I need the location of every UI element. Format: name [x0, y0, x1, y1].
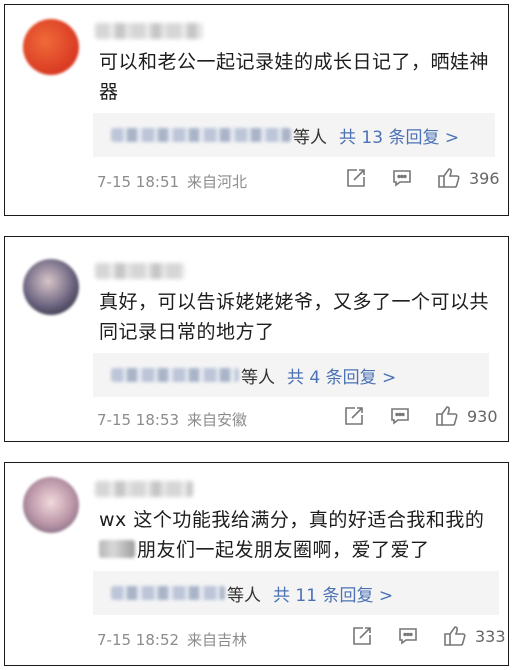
replier-names-blurred [111, 586, 225, 600]
comment-icon[interactable] [391, 167, 413, 189]
like-button[interactable]: 930 [435, 405, 498, 427]
username-blurred[interactable] [95, 23, 203, 39]
comment-meta: 7-15 18:53 来自安徽 [97, 409, 247, 430]
comment-card: 可以和老公一起记录娃的成长日记了，晒娃神 器 等人 共 13 条回复 > 7-1… [4, 4, 509, 216]
replier-names-blurred [111, 368, 239, 382]
share-icon[interactable] [343, 405, 365, 427]
like-count: 333 [475, 626, 506, 646]
avatar[interactable] [23, 19, 79, 75]
timestamp: 7-15 18:52 [97, 630, 180, 649]
username-blurred[interactable] [95, 481, 193, 497]
comment-text-segment: 朋友们一起发朋友圈啊，爱了爱了 [137, 539, 430, 561]
comment-text: 真好，可以告诉姥姥姥爷，又多了一个可以共 同记录日常的地方了 [99, 287, 489, 347]
comment-meta: 7-15 18:51 来自河北 [97, 171, 247, 192]
thumbs-up-icon [438, 168, 460, 188]
comment-text: 可以和老公一起记录娃的成长日记了，晒娃神 器 [99, 47, 489, 107]
comment-text-line: 可以和老公一起记录娃的成长日记了，晒娃神 [99, 51, 490, 73]
reply-preview[interactable]: 等人 共 13 条回复 > [93, 113, 495, 157]
reply-suffix: 等人 [293, 127, 327, 148]
location: 来自安徽 [187, 411, 248, 429]
reply-suffix: 等人 [241, 367, 275, 388]
comment-text-line: wx 这个功能我给满分，真的好适合我和我的 [99, 509, 485, 531]
username-blurred[interactable] [95, 263, 185, 279]
comment-icon[interactable] [397, 625, 419, 647]
timestamp: 7-15 18:51 [97, 172, 180, 191]
share-icon[interactable] [351, 625, 373, 647]
view-replies-link[interactable]: 共 13 条回复 > [339, 123, 459, 148]
avatar[interactable] [23, 477, 79, 533]
share-icon[interactable] [345, 167, 367, 189]
thumbs-up-icon [444, 626, 466, 646]
like-count: 930 [467, 406, 498, 426]
thumbs-up-icon [436, 406, 458, 426]
location: 来自吉林 [187, 631, 248, 649]
comment-text: wx 这个功能我给满分，真的好适合我和我的 朋友们一起发朋友圈啊，爱了爱了 [99, 505, 484, 565]
like-button[interactable]: 333 [443, 625, 506, 647]
avatar[interactable] [23, 259, 79, 315]
action-bar: 930 [343, 405, 498, 427]
mention-blurred [99, 540, 135, 558]
comment-text-line: 同记录日常的地方了 [99, 321, 275, 343]
action-bar: 333 [351, 625, 506, 647]
comment-text-line: 真好，可以告诉姥姥姥爷，又多了一个可以共 [99, 291, 490, 313]
like-count: 396 [469, 168, 500, 188]
comment-card: 真好，可以告诉姥姥姥爷，又多了一个可以共 同记录日常的地方了 等人 共 4 条回… [4, 236, 509, 442]
comment-card: wx 这个功能我给满分，真的好适合我和我的 朋友们一起发朋友圈啊，爱了爱了 等人… [4, 462, 509, 666]
comment-meta: 7-15 18:52 来自吉林 [97, 629, 247, 650]
action-bar: 396 [345, 167, 500, 189]
like-button[interactable]: 396 [437, 167, 500, 189]
reply-preview[interactable]: 等人 共 4 条回复 > [93, 353, 489, 397]
reply-suffix: 等人 [227, 585, 261, 606]
comment-icon[interactable] [389, 405, 411, 427]
comment-text-line: 朋友们一起发朋友圈啊，爱了爱了 [99, 535, 484, 565]
reply-preview[interactable]: 等人 共 11 条回复 > [93, 571, 499, 615]
comment-text-line: 器 [99, 81, 119, 103]
view-replies-link[interactable]: 共 11 条回复 > [273, 581, 393, 606]
view-replies-link[interactable]: 共 4 条回复 > [287, 363, 396, 388]
replier-names-blurred [111, 128, 291, 142]
timestamp: 7-15 18:53 [97, 410, 180, 429]
location: 来自河北 [187, 173, 248, 191]
